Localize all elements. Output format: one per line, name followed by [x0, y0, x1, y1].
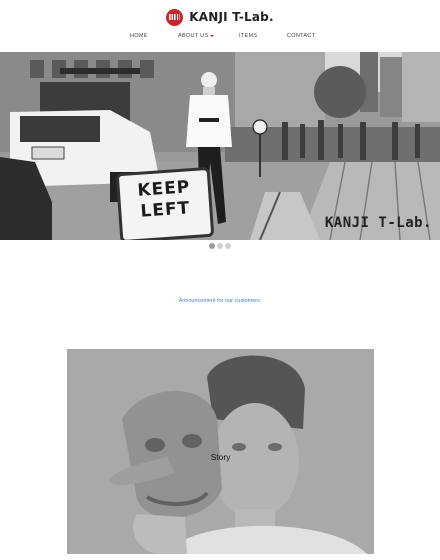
- nav-home[interactable]: HOME: [130, 33, 148, 39]
- keep-left-sign: KEEP LEFT: [115, 166, 215, 240]
- story-label: Story: [210, 452, 231, 462]
- slider-dot-3[interactable]: [225, 243, 231, 249]
- brand[interactable]: KANJI T-Lab.: [0, 6, 440, 28]
- main-nav: HOME ABOUT US ITEMS CONTACT: [0, 33, 440, 43]
- nav-about-us[interactable]: ABOUT US: [178, 33, 215, 39]
- slider-dot-1[interactable]: [209, 243, 215, 249]
- hero-photo: [0, 52, 440, 240]
- slider-dots: [0, 243, 440, 249]
- site-header: KANJI T-Lab. HOME ABOUT US ITEMS CONTACT: [0, 0, 440, 50]
- announcement-link[interactable]: Announcement for our customers.: [0, 298, 440, 304]
- brand-name: KANJI T-Lab.: [189, 10, 274, 24]
- story-banner[interactable]: Story: [67, 349, 374, 554]
- grill-badge-icon: [166, 8, 184, 26]
- hero-slider[interactable]: KEEP LEFT KANJI T-Lab.: [0, 52, 440, 240]
- caret-down-icon: [210, 34, 215, 37]
- hero-watermark: KANJI T-Lab.: [324, 215, 432, 231]
- slider-dot-2[interactable]: [217, 243, 223, 249]
- nav-about-us-label: ABOUT US: [178, 33, 209, 39]
- nav-items[interactable]: ITEMS: [239, 33, 257, 39]
- nav-contact[interactable]: CONTACT: [287, 33, 315, 39]
